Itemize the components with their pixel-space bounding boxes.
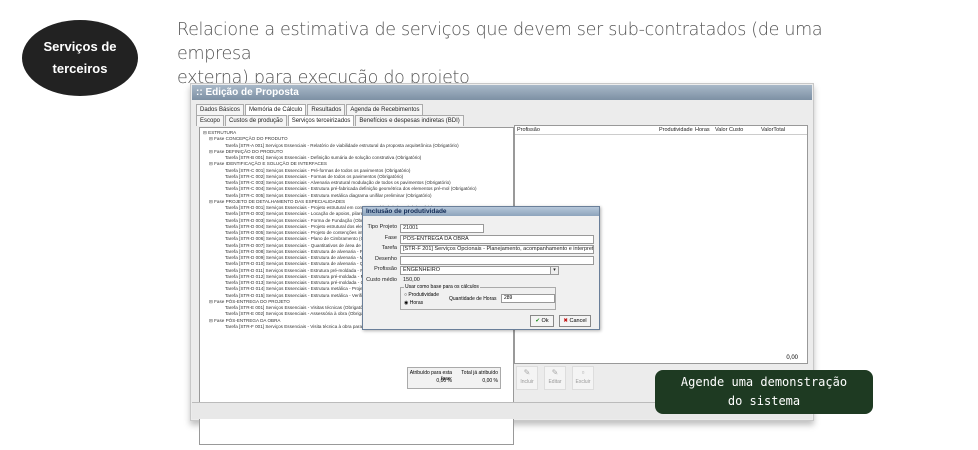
close-icon: ✖	[563, 318, 568, 324]
tab-dados-basicos[interactable]: Dados Básicos	[196, 104, 245, 115]
check-icon: ✔	[535, 318, 541, 324]
tab-servicos-terceirizados[interactable]: Serviços terceirizados	[287, 115, 355, 126]
excluir-button[interactable]: ▫ Excluir	[572, 366, 594, 390]
tab-escopo[interactable]: Escopo	[196, 115, 225, 126]
editar-label: Editar	[548, 379, 562, 385]
tab-memoria-calculo[interactable]: Memória de Cálculo	[245, 104, 307, 115]
incluir-label: Incluir	[520, 379, 534, 385]
tab-resultados[interactable]: Resultados	[307, 104, 346, 115]
tree-item[interactable]: Tarefa [STR-C 004] Serviços Essenciais -…	[203, 186, 477, 192]
services-total-value: 0,00	[786, 355, 798, 361]
calc-basis-group: Usar como base para os cálculos ○ Produt…	[400, 284, 556, 310]
services-total: 0,00	[514, 354, 806, 364]
tarefa-label: Tarefa	[381, 245, 397, 251]
desenho-label: Desenho	[374, 256, 397, 262]
delete-icon: ▫	[581, 368, 585, 377]
col-horas[interactable]: Horas	[693, 126, 713, 134]
edit-icon: ✎	[551, 368, 559, 377]
badge-line-1: Serviços de	[43, 39, 117, 54]
dialog-title: Inclusão de produtividade	[363, 207, 599, 216]
col-valor-custo[interactable]: Valor Custo	[713, 126, 759, 134]
radio-produtividade-label: Produtividade	[408, 292, 439, 298]
calc-basis-label: Usar como base para os cálculos	[404, 284, 480, 290]
cta-line-2: do sistema	[727, 394, 801, 408]
sub-tabs: Escopo Custos de produção Serviços terce…	[196, 115, 465, 126]
allocation-total-label: Total já atribuído	[461, 370, 498, 376]
custo-label: Custo médio	[366, 277, 397, 283]
horas-input[interactable]: 289	[501, 294, 555, 303]
incluir-button[interactable]: ✎ Incluir	[516, 366, 538, 390]
radio-horas[interactable]: ◉ Horas	[404, 300, 423, 306]
services-grid-header: Profissão Produtividade Horas Valor Cust…	[515, 126, 807, 135]
editar-button[interactable]: ✎ Editar	[544, 366, 566, 390]
radio-produtividade[interactable]: ○ Produtividade	[404, 292, 439, 298]
headline-line-1: Relacione a estimativa de serviços que d…	[177, 20, 823, 64]
section-badge: Serviços de terceiros	[22, 20, 138, 96]
excluir-label: Excluir	[575, 379, 591, 385]
add-icon: ✎	[523, 368, 531, 377]
tipo-field[interactable]: 21001	[400, 224, 484, 233]
window-title: :: Edição de Proposta	[192, 85, 812, 100]
tab-agenda[interactable]: Agenda de Recebimentos	[346, 104, 424, 115]
main-tabs: Dados Básicos Memória de Cálculo Resulta…	[196, 104, 424, 115]
allocation-total-value: 0,00 %	[482, 378, 498, 384]
tab-custos-producao[interactable]: Custos de produção	[225, 115, 287, 126]
profissao-value: ENGENHEIRO	[403, 267, 440, 273]
grid-buttons: ✎ Incluir ✎ Editar ▫ Excluir	[516, 366, 600, 390]
col-produtividade[interactable]: Produtividade	[657, 126, 693, 134]
profissao-label: Profissão	[374, 266, 397, 272]
tab-bdi[interactable]: Benefícios e despesas indiretas (BDI)	[355, 115, 464, 126]
profissao-select[interactable]: ENGENHEIRO	[400, 266, 554, 275]
col-valor-total[interactable]: ValorTotal	[759, 126, 801, 134]
tree-item[interactable]: Tarefa [STR-A 001] Serviços Essenciais -…	[203, 143, 477, 149]
cancel-button[interactable]: ✖ Cancel	[559, 315, 591, 327]
allocation-phase-value: 0,00 %	[436, 378, 452, 384]
fase-label: Fase	[384, 235, 397, 241]
fase-field[interactable]: PÓS-ENTREGA DA OBRA	[400, 235, 594, 244]
ok-label: Ok	[541, 318, 549, 324]
chevron-down-icon[interactable]: ▾	[550, 266, 559, 275]
headline: Relacione a estimativa de serviços que d…	[177, 18, 857, 90]
productivity-dialog: Inclusão de produtividade Tipo Projeto 2…	[362, 206, 600, 330]
cta-line-1: Agende uma demonstração	[680, 375, 848, 389]
ok-button[interactable]: ✔ Ok	[530, 315, 554, 327]
col-profissao[interactable]: Profissão	[515, 126, 657, 134]
tipo-label: Tipo Projeto	[367, 224, 397, 230]
custo-value: 150,00	[403, 277, 420, 283]
cancel-label: Cancel	[569, 318, 587, 324]
demo-cta-button[interactable]: Agende uma demonstração do sistema	[655, 370, 873, 414]
tarefa-field[interactable]: [STR-F 201] Serviços Opcionais - Planeja…	[400, 245, 594, 254]
allocation-summary: Atribuído para esta fase: Total já atrib…	[407, 367, 501, 389]
radio-horas-label: Horas	[409, 300, 424, 306]
desenho-field[interactable]	[400, 256, 594, 265]
horas-label: Quantidade de Horas	[449, 296, 497, 302]
badge-line-2: terceiros	[52, 61, 108, 76]
